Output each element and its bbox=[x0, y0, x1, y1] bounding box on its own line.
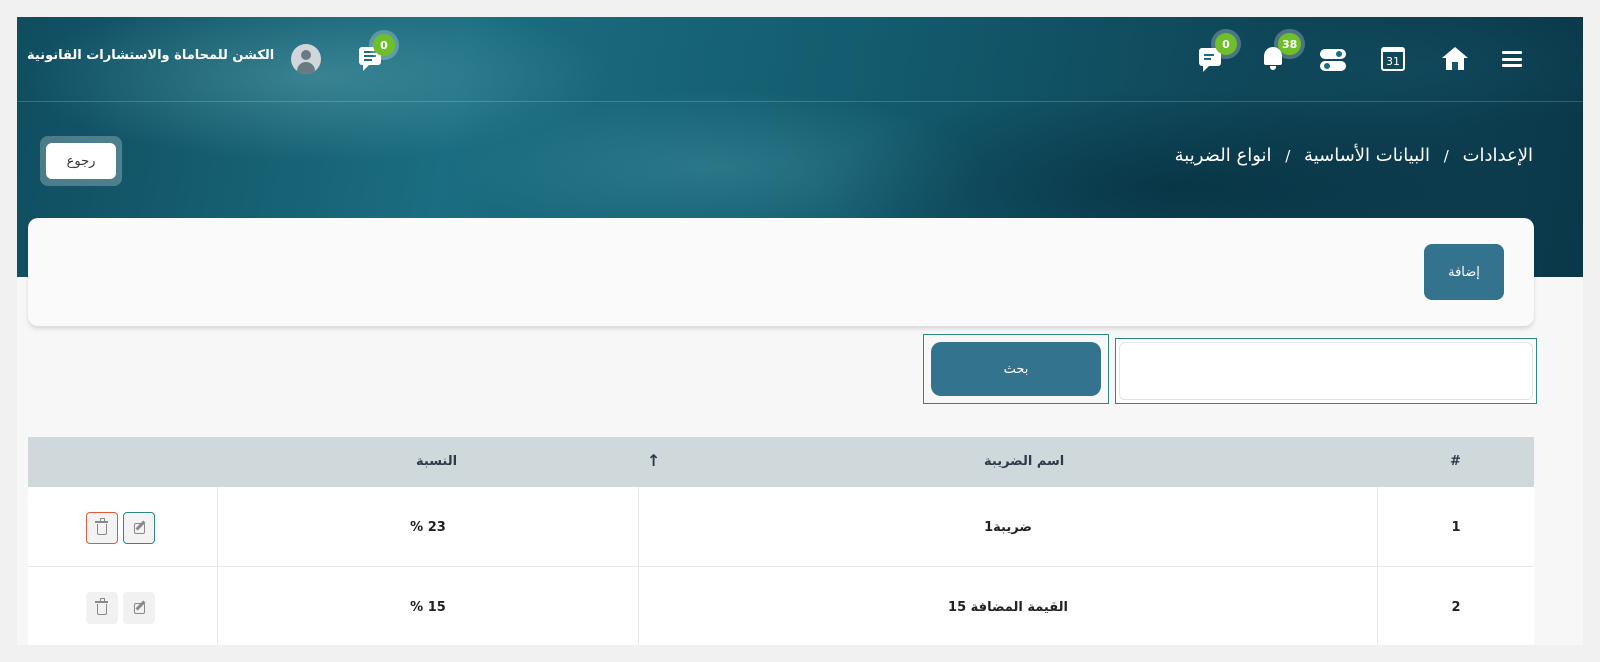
breadcrumb: الإعدادات / البيانات الأساسية / انواع ال… bbox=[1175, 145, 1533, 166]
delete-button[interactable] bbox=[86, 592, 118, 624]
home-icon bbox=[1442, 47, 1468, 71]
brand-name: الكشن للمحاماة والاستشارات القانونية bbox=[27, 48, 275, 63]
search-button-wrap: بحث bbox=[923, 334, 1109, 404]
row-rate: % 15 bbox=[217, 567, 638, 645]
menu-button[interactable] bbox=[1502, 51, 1530, 79]
breadcrumb-settings[interactable]: الإعدادات bbox=[1463, 145, 1533, 166]
breadcrumb-separator: / bbox=[1285, 147, 1291, 165]
row-tax-name: القيمة المضافة 15 bbox=[638, 567, 1377, 645]
calendar-day: 31 bbox=[1386, 55, 1400, 68]
calendar-icon: 31 bbox=[1381, 47, 1405, 71]
trash-icon bbox=[95, 598, 108, 615]
column-index[interactable]: # bbox=[1450, 454, 1461, 469]
search-button[interactable]: بحث bbox=[931, 342, 1101, 396]
table-row: 1 ضريبة1 % 23 bbox=[28, 487, 1534, 567]
calendar-button[interactable]: 31 bbox=[1381, 47, 1409, 75]
back-button[interactable]: رجوع bbox=[40, 136, 122, 186]
row-index: 1 bbox=[1377, 487, 1534, 567]
toggle-icon bbox=[1320, 48, 1346, 72]
messages-badge: 0 bbox=[373, 34, 395, 56]
chat-badge: 0 bbox=[1215, 33, 1237, 55]
breadcrumb-separator: / bbox=[1443, 147, 1449, 165]
messages-button[interactable]: 0 bbox=[359, 34, 395, 75]
table-header: # اسم الضريبة ↑ النسبة bbox=[28, 437, 1534, 487]
column-tax-name[interactable]: اسم الضريبة bbox=[984, 454, 1064, 469]
row-index: 2 bbox=[1377, 567, 1534, 645]
top-navbar: الكشن للمحاماة والاستشارات القانونية 0 0 bbox=[17, 17, 1583, 102]
notifications-button[interactable]: 38 bbox=[1264, 33, 1302, 75]
delete-button[interactable] bbox=[86, 512, 118, 544]
edit-icon bbox=[133, 522, 145, 534]
edit-button[interactable] bbox=[123, 512, 155, 544]
row-rate: % 23 bbox=[217, 487, 638, 567]
breadcrumb-basic-data[interactable]: البيانات الأساسية bbox=[1304, 145, 1430, 166]
column-rate[interactable]: النسبة bbox=[416, 454, 457, 469]
chat-button[interactable]: 0 bbox=[1199, 33, 1237, 76]
home-button[interactable] bbox=[1442, 47, 1470, 75]
search-input[interactable] bbox=[1119, 342, 1533, 400]
table-row: 2 القيمة المضافة 15 % 15 bbox=[28, 567, 1534, 645]
back-button-label: رجوع bbox=[46, 143, 116, 179]
app-frame: الكشن للمحاماة والاستشارات القانونية 0 0 bbox=[17, 17, 1583, 645]
trash-icon bbox=[95, 518, 108, 535]
edit-button[interactable] bbox=[123, 592, 155, 624]
add-button[interactable]: إضافة bbox=[1424, 244, 1504, 300]
sort-arrow-icon[interactable]: ↑ bbox=[647, 451, 660, 470]
row-tax-name: ضريبة1 bbox=[638, 487, 1377, 567]
notifications-badge: 38 bbox=[1278, 33, 1302, 55]
edit-icon bbox=[133, 602, 145, 614]
user-avatar-icon[interactable] bbox=[291, 44, 321, 74]
actions-card: إضافة bbox=[28, 218, 1534, 326]
tax-types-table: # اسم الضريبة ↑ النسبة 1 ضريبة1 % 23 2 ا… bbox=[28, 437, 1534, 645]
toggle-button[interactable] bbox=[1320, 48, 1348, 76]
hamburger-icon bbox=[1502, 51, 1522, 67]
breadcrumb-current: انواع الضريبة bbox=[1174, 145, 1272, 166]
search-field bbox=[1115, 338, 1537, 404]
